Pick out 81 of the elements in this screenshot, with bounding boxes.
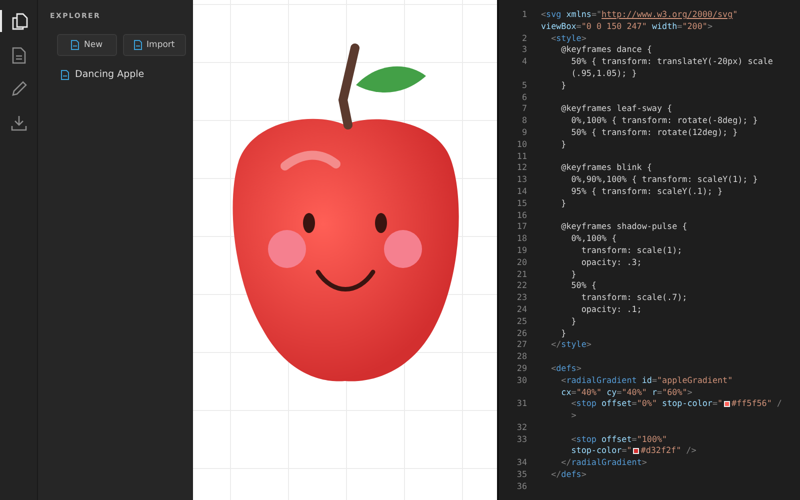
pencil-icon [10,81,26,97]
code-line: opacity: .1; [580,304,642,316]
file-item[interactable]: Dancing Apple [61,69,193,80]
line-number: 9 [522,126,527,137]
code-line: transform: scale(.7); [580,292,688,304]
code-line: @keyframes blink { [560,162,652,174]
sidebar-button[interactable]: New [57,34,117,56]
code-line: } [560,80,566,92]
code-line: 0%,90%,100% { transform: scaleY(1); } [570,174,758,186]
line-number: 7 [522,103,527,114]
line-number: 19 [516,244,527,255]
line-number: 1 [522,9,527,19]
code-line: viewBox="0 0 150 247" width="200"> [541,20,712,33]
code-line: </style> [550,339,592,352]
code-line: 50% { transform: rotate(12deg); } [570,126,738,139]
code-line: @keyframes leaf-sway { [560,103,672,116]
line-number: 23 [516,292,527,302]
line-number: 28 [516,351,527,362]
code-line: } [560,138,566,151]
download-icon [10,115,26,131]
code-line: <stop offset="0%" stop-color=" #ff5f56" / [570,398,782,410]
line-number: 6 [522,92,527,102]
line-number: 22 [516,280,527,290]
line-number: 8 [522,115,527,126]
line-number: 18 [516,233,527,244]
code-line: @keyframes dance { [560,44,652,56]
line-number: 29 [516,362,527,373]
code-line: 50% { [570,280,596,292]
code-line: stop-color=" #d32f2f" /> [570,445,696,458]
line-number: 2 [522,32,527,43]
code-line: <radialGradient id="appleGradient" [560,374,733,386]
line-number: 33 [516,434,527,444]
line-number: 11 [516,150,527,161]
document-icon [12,46,26,64]
code-line: <svg xmlns="http://www.w3.org/2000/svg" [541,9,738,21]
code-line: <defs> [550,362,582,375]
code-line: <style> [550,32,586,44]
line-number: 25 [516,316,527,326]
code-line: } [570,316,576,328]
line-number: 13 [516,174,527,184]
files-icon [12,12,28,30]
line-number: 24 [516,304,527,314]
line-number: 34 [516,457,527,468]
line-number: 16 [516,210,527,220]
file-icon [134,40,142,50]
code-line: } [560,198,566,210]
code-line: 50% { transform: translateY(-20px) scale [570,56,773,68]
line-number: 12 [516,162,527,172]
code-line: 95% { transform: scaleY(.1); } [570,186,723,198]
code-line: (.95,1.05); } [570,68,637,80]
code-line: } [570,268,576,280]
line-number: 5 [522,80,527,90]
line-number: 30 [516,374,527,385]
code-line: cx="40%" cy="40%" r="60%"> [560,386,692,398]
code-line: <stop offset="100%" [570,434,668,446]
line-number: 14 [516,186,527,196]
code-line: opacity: .3; [580,256,642,269]
line-number: 32 [516,422,527,432]
sidebar-button[interactable]: Import [122,34,186,56]
code-line: transform: scale(1); [580,244,682,257]
code-line: > [570,410,576,422]
line-number: 4 [522,56,527,66]
code-line: } [560,328,566,340]
line-number: 15 [516,198,527,208]
line-number: 35 [516,469,527,480]
file-icon [71,40,79,50]
code-line: </radialGradient> [560,457,647,470]
line-number: 3 [522,44,527,54]
line-number: 36 [516,480,527,491]
line-number: 20 [516,256,527,267]
code-line: 0%,100% { [570,233,617,245]
line-number: 27 [516,339,527,350]
code-line: 0%,100% { transform: rotate(-8deg); } [570,115,758,127]
file-icon [61,70,69,80]
code-line: @keyframes shadow-pulse { [560,221,688,234]
line-number: 10 [516,138,527,149]
code-line: </defs> [550,469,586,481]
line-number: 17 [516,221,527,232]
line-number: 26 [516,328,527,338]
line-number: 21 [516,268,527,279]
line-number: 31 [516,398,527,408]
